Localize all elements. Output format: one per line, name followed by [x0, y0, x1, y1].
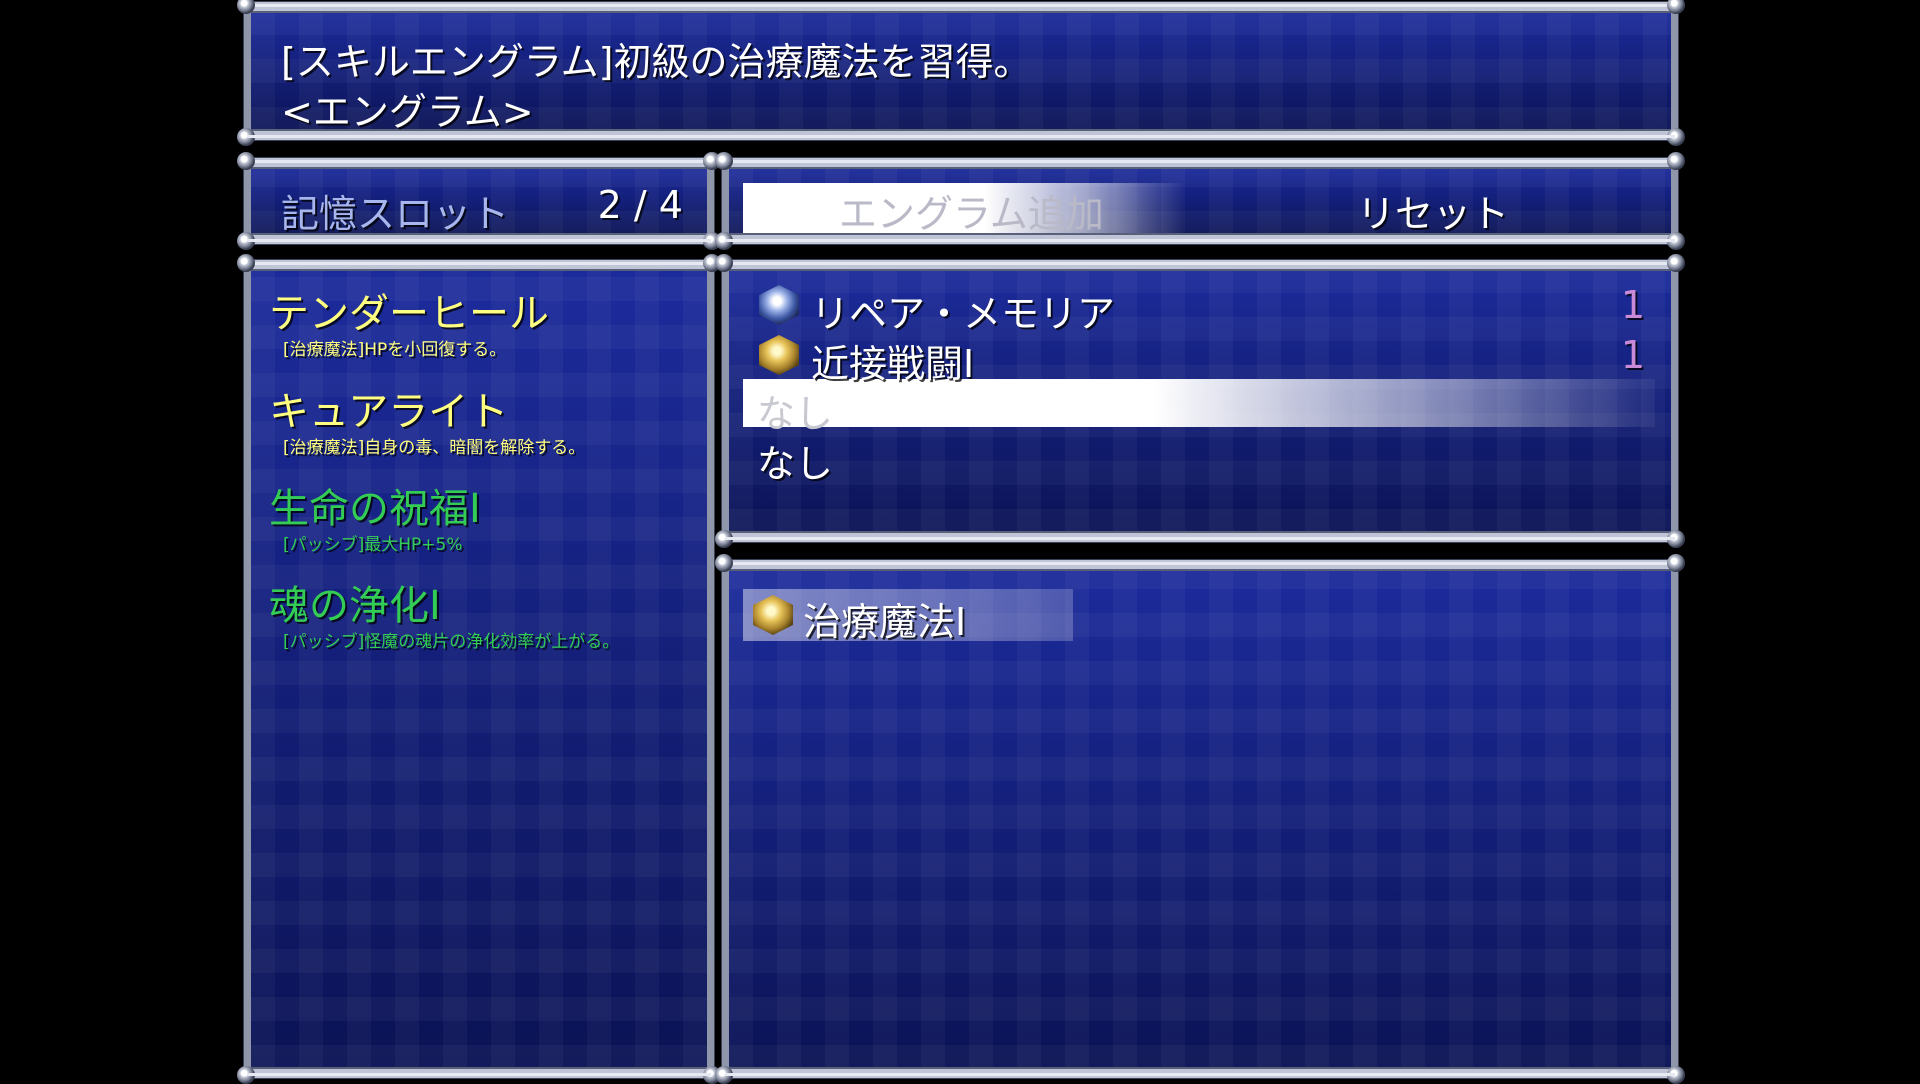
blue-crystal-icon: [759, 285, 799, 325]
rivet-decoration: [1667, 152, 1685, 170]
skill-list-window: テンダーヒール [治療魔法]HPを小回復する。 キュアライト [治療魔法]自身の…: [237, 254, 721, 1084]
rivet-decoration: [1667, 232, 1685, 250]
memory-slot-label: 記憶スロット: [281, 192, 510, 236]
help-text-line-2: <エングラム>: [281, 90, 534, 134]
rivet-decoration: [237, 0, 255, 14]
rivet-decoration: [237, 1066, 255, 1084]
command-window: エングラム追加 リセット: [715, 152, 1685, 250]
skill-desc-soul-purification: [パッシブ]怪魔の魂片の浄化効率が上がる。: [283, 632, 620, 652]
slot-item-count: 1: [1620, 283, 1645, 327]
rivet-decoration: [237, 128, 255, 146]
help-window: [スキルエングラム]初級の治療魔法を習得。 <エングラム>: [237, 0, 1685, 146]
skill-name-soul-purification: 魂の浄化Ⅰ: [269, 583, 441, 629]
rivet-decoration: [237, 152, 255, 170]
skill-desc-blessing-of-life: [パッシブ]最大HP+5%: [283, 535, 463, 555]
rivet-decoration: [715, 254, 733, 272]
slot-item-empty[interactable]: なし: [757, 433, 833, 488]
slot-item-count: 1: [1620, 333, 1645, 377]
rivet-decoration: [715, 530, 733, 548]
add-engram-command[interactable]: エングラム追加: [839, 183, 1104, 238]
rivet-decoration: [715, 1066, 733, 1084]
rivet-decoration: [1667, 554, 1685, 572]
rivet-decoration: [1667, 254, 1685, 272]
gold-crystal-icon: [759, 335, 799, 375]
slot-item-name: リペア・メモリア: [811, 292, 1116, 336]
skill-name-blessing-of-life: 生命の祝福Ⅰ: [269, 486, 481, 532]
rivet-decoration: [1667, 1066, 1685, 1084]
rivet-decoration: [715, 554, 733, 572]
slot-item-empty-selected[interactable]: なし: [757, 383, 833, 438]
memory-slot-window: 記憶スロット 2 / 4: [237, 152, 721, 250]
rivet-decoration: [237, 232, 255, 250]
engram-list-window: 治療魔法Ⅰ: [715, 554, 1685, 1084]
reset-command[interactable]: リセット: [1357, 183, 1509, 238]
help-text-line-1: [スキルエングラム]初級の治療魔法を習得。: [281, 40, 1032, 84]
engram-item-name: 治療魔法Ⅰ: [803, 600, 967, 644]
rivet-decoration: [1667, 0, 1685, 14]
slot-item-name: 近接戦闘Ⅰ: [811, 342, 975, 386]
rivet-decoration: [715, 152, 733, 170]
rivet-decoration: [1667, 530, 1685, 548]
engram-slot-list-window: リペア・メモリア 1 近接戦闘Ⅰ 1 なし なし: [715, 254, 1685, 548]
skill-name-tender-heal: テンダーヒール: [269, 291, 549, 337]
rivet-decoration: [715, 232, 733, 250]
skill-desc-cure-light: [治療魔法]自身の毒、暗闇を解除する。: [283, 438, 586, 458]
rivet-decoration: [1667, 128, 1685, 146]
memory-slot-count: 2 / 4: [597, 183, 683, 227]
skill-name-cure-light: キュアライト: [269, 389, 509, 435]
skill-desc-tender-heal: [治療魔法]HPを小回復する。: [283, 340, 507, 360]
rivet-decoration: [237, 254, 255, 272]
